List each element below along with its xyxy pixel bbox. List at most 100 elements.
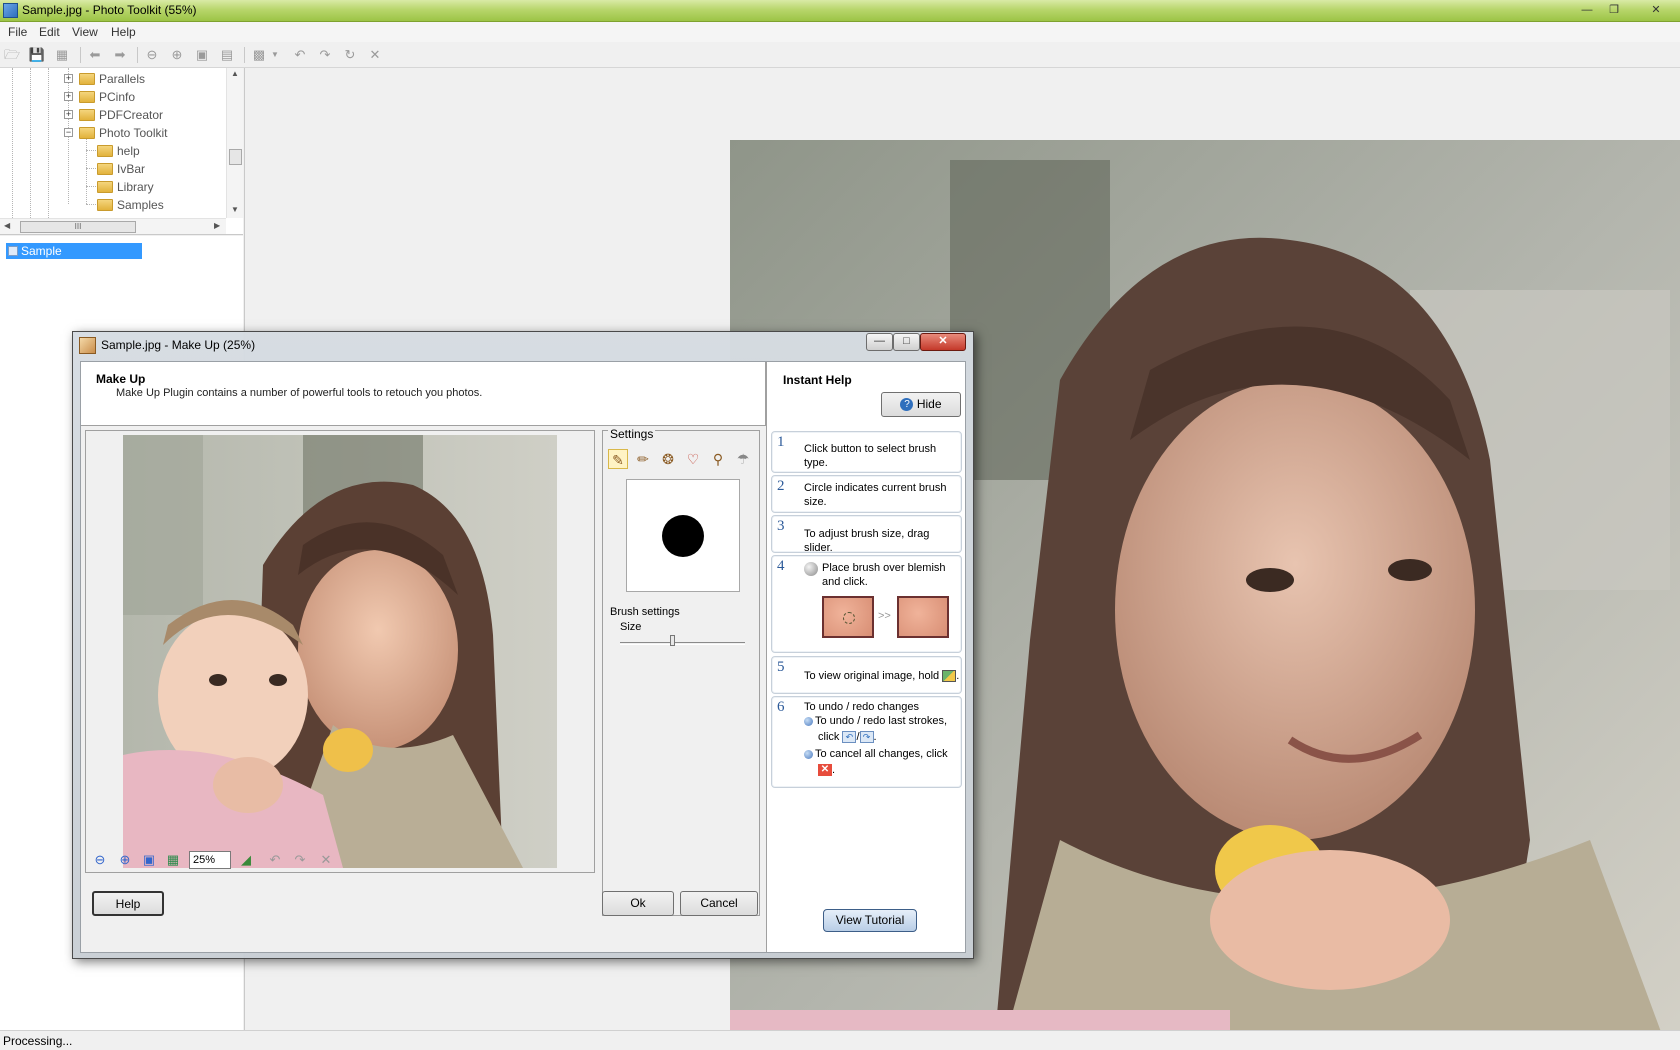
tree-item-photo-toolkit[interactable]: Photo Toolkit — [79, 125, 168, 142]
smudge-icon[interactable]: ☂ — [733, 449, 753, 469]
step-number: 2 — [777, 478, 785, 494]
actual-size-icon[interactable]: ▤ — [218, 46, 236, 64]
cancel-button[interactable]: Cancel — [680, 891, 758, 916]
step-text-suffix: . — [956, 670, 960, 682]
window-title: Sample.jpg - Photo Toolkit (55%) — [22, 3, 197, 17]
scroll-thumb[interactable] — [229, 149, 242, 165]
scroll-right-arrow-icon[interactable]: ▶ — [214, 221, 220, 230]
scroll-thumb[interactable]: III — [20, 221, 136, 233]
plugin-icon[interactable]: ▩ — [250, 46, 268, 64]
scroll-left-arrow-icon[interactable]: ◀ — [4, 221, 10, 230]
brush-size-slider-thumb[interactable] — [669, 635, 675, 646]
help-step-5: 5 To view original image, hold . — [771, 656, 962, 694]
menu-file[interactable]: File — [8, 25, 27, 39]
zoom-level-field[interactable]: 25% — [189, 851, 231, 869]
preview-photo[interactable] — [123, 435, 557, 868]
tree-item-help[interactable]: help — [97, 143, 140, 160]
zoom-in-icon[interactable]: ⊕ — [116, 851, 134, 869]
histogram-icon[interactable]: ▦ — [164, 851, 182, 869]
tree-expander[interactable]: + — [64, 74, 73, 83]
folder-icon — [97, 180, 113, 193]
tree-item-ivbar[interactable]: IvBar — [97, 161, 145, 178]
open-icon[interactable]: 🗁 — [3, 46, 21, 64]
menu-edit[interactable]: Edit — [39, 25, 60, 39]
eraser-icon[interactable]: ✏ — [633, 449, 653, 469]
brush-icon[interactable]: ✎ — [608, 449, 628, 469]
file-list-item-sample[interactable]: Sample — [6, 243, 142, 259]
tree-expander[interactable]: − — [64, 128, 73, 137]
instant-help-panel: Instant Help ? Hide 1 Click button to se… — [766, 362, 965, 952]
dialog-maximize-button[interactable]: □ — [893, 333, 920, 351]
step-text: To adjust brush size, drag slider. — [804, 528, 930, 554]
tree-item-pcinfo[interactable]: PCinfo — [79, 89, 135, 106]
save-all-icon[interactable]: ▦ — [53, 46, 71, 64]
instant-help-title: Instant Help — [783, 373, 852, 387]
fit-screen-icon[interactable]: ▣ — [193, 46, 211, 64]
menu-help[interactable]: Help — [111, 25, 136, 39]
cancel-icon[interactable]: ✕ — [366, 46, 384, 64]
close-button[interactable]: ✕ — [1645, 2, 1667, 19]
tree-guide — [86, 136, 87, 204]
preview-pane[interactable] — [85, 430, 595, 873]
zoom-in-icon[interactable]: ⊕ — [168, 46, 186, 64]
tree-item-parallels[interactable]: Parallels — [79, 71, 145, 88]
bullet-icon — [804, 749, 813, 759]
save-icon[interactable]: 💾 — [28, 46, 46, 64]
step-text: Circle indicates current brush size. — [804, 482, 947, 508]
tree-expander[interactable]: + — [64, 92, 73, 101]
image-file-icon — [8, 246, 18, 256]
tree-horizontal-scrollbar[interactable]: ◀ III ▶ — [0, 218, 226, 234]
folder-icon — [79, 126, 95, 139]
folder-icon — [97, 162, 113, 175]
hide-help-button[interactable]: ? Hide — [881, 392, 961, 417]
compare-original-icon[interactable]: ◢ — [237, 851, 255, 869]
settings-group: Settings ✎ ✏ ❂ ♡ ⚲ ☂ Brush settings Size — [602, 427, 760, 916]
status-bar: Processing... — [0, 1030, 1680, 1050]
dialog-close-button[interactable]: ✕ — [920, 333, 966, 351]
help-step-3: 3 To adjust brush size, drag slider. — [771, 515, 962, 554]
blemish-after-image — [897, 596, 949, 638]
brush-size-circle — [662, 515, 704, 557]
cancel-changes-icon[interactable]: ✕ — [317, 851, 335, 869]
dialog-minimize-button[interactable]: — — [866, 333, 893, 351]
tree-expander[interactable]: + — [64, 110, 73, 119]
dropdown-arrow-icon[interactable]: ▼ — [270, 46, 280, 64]
folder-icon — [79, 90, 95, 103]
help-button[interactable]: Help — [92, 891, 164, 916]
main-title-bar: Sample.jpg - Photo Toolkit (55%) — ❐ ✕ — [0, 0, 1680, 22]
forward-arrow-icon[interactable]: ➡ — [111, 46, 129, 64]
tree-item-samples[interactable]: Samples — [97, 197, 164, 214]
tree-item-pdfcreator[interactable]: PDFCreator — [79, 107, 163, 124]
redo-icon[interactable]: ↷ — [291, 851, 309, 869]
menu-bar: File Edit View Help — [0, 22, 1680, 42]
fit-icon[interactable]: ▣ — [140, 851, 158, 869]
tree-item-library[interactable]: Library — [97, 179, 154, 196]
zoom-out-icon[interactable]: ⊖ — [143, 46, 161, 64]
menu-view[interactable]: View — [72, 25, 98, 39]
toolbar-separator — [137, 47, 138, 63]
arrow-separator: >> — [878, 610, 891, 622]
tree-vertical-scrollbar[interactable]: ▲ ▼ — [226, 68, 243, 218]
scroll-up-arrow-icon[interactable]: ▲ — [231, 69, 239, 78]
brush-size-slider[interactable] — [620, 642, 745, 645]
blemish-before-image — [822, 596, 874, 638]
wand-icon[interactable]: ⚲ — [708, 449, 728, 469]
rotate-icon[interactable]: ↻ — [341, 46, 359, 64]
ok-button[interactable]: Ok — [602, 891, 674, 916]
zoom-out-icon[interactable]: ⊖ — [91, 851, 109, 869]
undo-icon[interactable]: ↶ — [291, 46, 309, 64]
undo-icon: ↶ — [842, 731, 857, 744]
undo-icon[interactable]: ↶ — [266, 851, 284, 869]
redo-icon[interactable]: ↷ — [316, 46, 334, 64]
cookie-icon[interactable]: ❂ — [658, 449, 678, 469]
brush-settings-label: Brush settings — [610, 606, 680, 618]
folder-icon — [79, 108, 95, 121]
lips-icon[interactable]: ♡ — [683, 449, 703, 469]
step-number: 6 — [777, 699, 785, 715]
view-tutorial-button[interactable]: View Tutorial — [823, 909, 917, 932]
minimize-button[interactable]: — — [1576, 2, 1598, 19]
back-arrow-icon[interactable]: ⬅ — [86, 46, 104, 64]
step-text: To view original image, hold — [804, 670, 940, 682]
scroll-down-arrow-icon[interactable]: ▼ — [231, 205, 239, 214]
restore-button[interactable]: ❐ — [1603, 2, 1625, 19]
